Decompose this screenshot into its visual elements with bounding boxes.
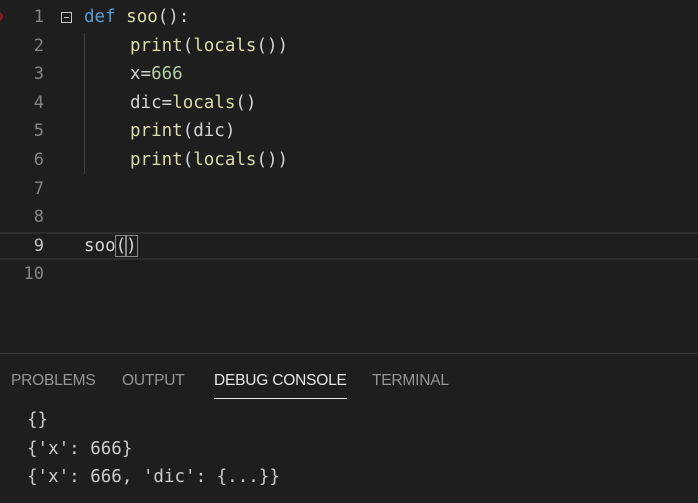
tab-problems[interactable]: PROBLEMS <box>11 372 96 398</box>
panel-tabs: PROBLEMS OUTPUT DEBUG CONSOLE TERMINAL <box>0 354 698 404</box>
code-text: def soo(): <box>84 7 190 27</box>
bottom-panel: PROBLEMS OUTPUT DEBUG CONSOLE TERMINAL {… <box>0 353 698 503</box>
line-number: 8 <box>33 207 44 228</box>
fold-collapse-icon[interactable] <box>61 12 72 23</box>
code-line[interactable]: 1 def soo(): <box>0 3 698 32</box>
matched-bracket: ( <box>114 234 128 257</box>
line-number: 7 <box>33 178 44 199</box>
code-line[interactable]: 4 dic=locals() <box>0 89 698 118</box>
code-line[interactable]: 10 <box>0 260 698 289</box>
code-text: dic=locals() <box>130 92 257 113</box>
code-line-current[interactable]: 9 soo() <box>0 231 698 261</box>
code-line[interactable]: 5 print(dic) <box>0 117 698 146</box>
matched-bracket: ) <box>125 234 138 257</box>
console-line: {'x': 666} <box>27 438 133 459</box>
code-editor[interactable]: 1 def soo(): 2 print(locals()) 3 x=666 4… <box>0 0 698 353</box>
code-line[interactable]: 7 <box>0 175 698 204</box>
tab-debug-console[interactable]: DEBUG CONSOLE <box>214 372 347 399</box>
line-number: 5 <box>33 121 44 142</box>
line-number: 6 <box>33 150 44 170</box>
line-number: 3 <box>33 64 44 85</box>
code-text: x=666 <box>130 64 183 85</box>
code-line[interactable]: 3 x=666 <box>0 60 698 89</box>
code-text: print(dic) <box>130 121 236 142</box>
console-line: {} <box>27 410 49 430</box>
line-number: 9 <box>33 235 44 256</box>
code-text: print(locals()) <box>130 35 289 56</box>
code-text: print(locals()) <box>130 150 289 170</box>
code-line[interactable]: 2 print(locals()) <box>0 32 698 61</box>
line-number: 4 <box>33 92 44 113</box>
code-line[interactable]: 8 <box>0 203 698 232</box>
line-number: 2 <box>33 35 44 56</box>
line-number: 10 <box>23 264 44 285</box>
code-line[interactable]: 6 print(locals()) <box>0 146 698 175</box>
code-text: soo() <box>84 234 138 257</box>
debug-console-output[interactable]: {} {'x': 666} {'x': 666, 'dic': {...}} <box>27 406 280 492</box>
line-number: 1 <box>33 7 44 27</box>
tab-output[interactable]: OUTPUT <box>122 372 185 398</box>
tab-terminal[interactable]: TERMINAL <box>372 372 449 398</box>
console-line: {'x': 666, 'dic': {...}} <box>27 467 280 488</box>
